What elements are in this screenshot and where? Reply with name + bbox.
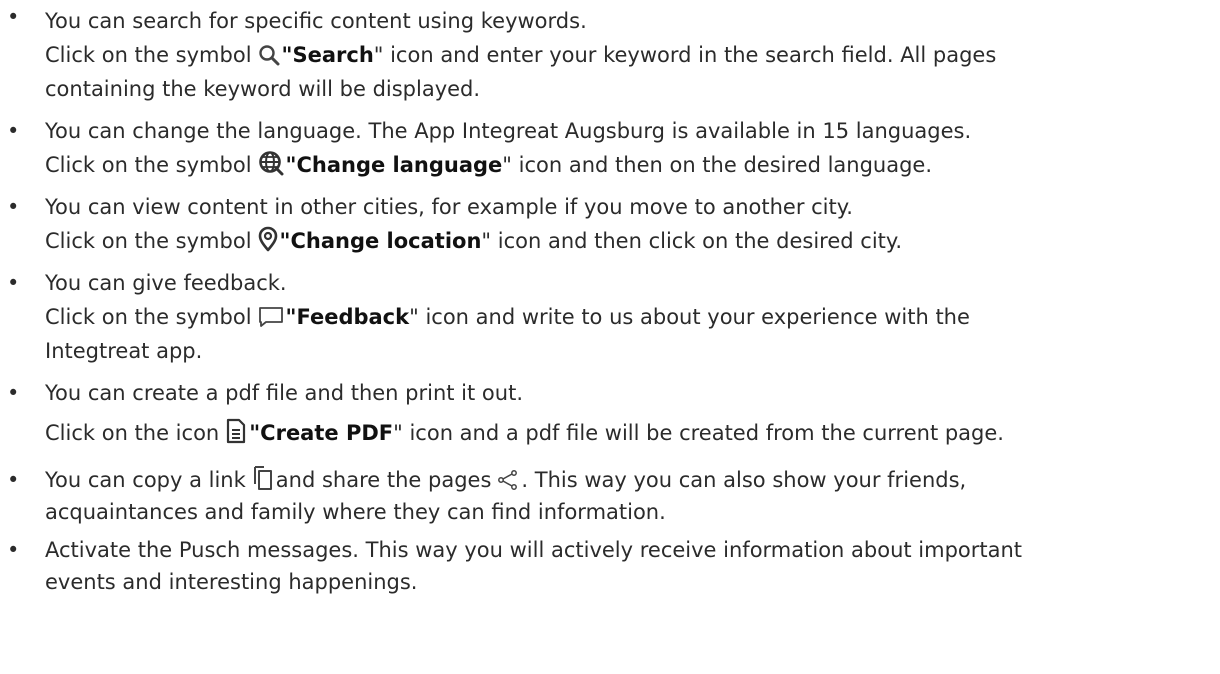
search-icon	[258, 44, 280, 66]
instruction-pre: Click on the symbol	[45, 153, 252, 177]
item-instruction: Click on the symbol "Change language" ico…	[45, 148, 1220, 182]
list-item-feedback: You can give feedback. Click on the symb…	[0, 266, 1220, 368]
item-intro: You can view content in other cities, fo…	[45, 195, 853, 219]
share-pre: You can copy a link	[45, 468, 246, 492]
copy-icon	[252, 465, 274, 491]
share-icon	[497, 469, 519, 491]
item-continuation: acquaintances and family where they can …	[45, 500, 666, 524]
item-intro: You can search for specific content usin…	[45, 9, 587, 33]
list-item-language: You can change the language. The App Int…	[0, 114, 1220, 182]
item-instruction: Click on the symbol "Feedback" icon and w…	[45, 300, 1220, 334]
instruction-pre: Click on the symbol	[45, 43, 252, 67]
item-continuation: containing the keyword will be displayed…	[45, 77, 481, 101]
instruction-post: " icon and then on the desired language.	[502, 153, 933, 177]
instruction-post: " icon and then click on the desired cit…	[481, 229, 903, 253]
share-mid: and share the pages	[275, 468, 492, 492]
create-pdf-label: "Create PDF	[249, 421, 394, 445]
item-continuation: events and interesting happenings.	[45, 570, 418, 594]
list-item-pdf: You can create a pdf file and then print…	[0, 376, 1220, 450]
search-label: "Search	[281, 43, 374, 67]
item-instruction: Click on the icon "Create PDF" icon and a…	[45, 416, 1220, 450]
item-intro: Activate the Pusch messages. This way yo…	[45, 538, 1023, 562]
instruction-pre: Click on the symbol	[45, 305, 252, 329]
list-item-search: You can search for specific content usin…	[0, 0, 1220, 106]
location-label: "Change location	[279, 229, 482, 253]
instruction-post: " icon and a pdf file will be created fr…	[393, 421, 1004, 445]
item-instruction: Click on the symbol "Change location" ico…	[45, 224, 1220, 258]
globe-icon	[258, 150, 284, 176]
instruction-post: " icon and enter your keyword in the sea…	[373, 43, 997, 67]
feedback-icon	[258, 306, 284, 328]
item-intro: You can give feedback.	[45, 271, 287, 295]
list-item-push: Activate the Pusch messages. This way yo…	[0, 534, 1220, 598]
instruction-pre: Click on the icon	[45, 421, 220, 445]
item-first-line: You can copy a link and share the pages . …	[45, 464, 1220, 496]
feature-list: You can search for specific content usin…	[0, 0, 1220, 598]
share-post: . This way you can also show your friend…	[521, 468, 967, 492]
item-intro: You can create a pdf file and then print…	[45, 381, 523, 405]
list-item-share: You can copy a link and share the pages . …	[0, 464, 1220, 528]
instruction-post: " icon and write to us about your experi…	[409, 305, 970, 329]
language-label: "Change language	[285, 153, 503, 177]
item-instruction: Click on the symbol "Search" icon and ent…	[45, 38, 1220, 72]
document-icon	[225, 418, 247, 444]
feedback-label: "Feedback	[285, 305, 410, 329]
location-pin-icon	[258, 226, 278, 252]
instruction-pre: Click on the symbol	[45, 229, 252, 253]
list-item-location: You can view content in other cities, fo…	[0, 190, 1220, 258]
item-intro: You can change the language. The App Int…	[45, 119, 972, 143]
item-continuation: Integtreat app.	[45, 339, 203, 363]
